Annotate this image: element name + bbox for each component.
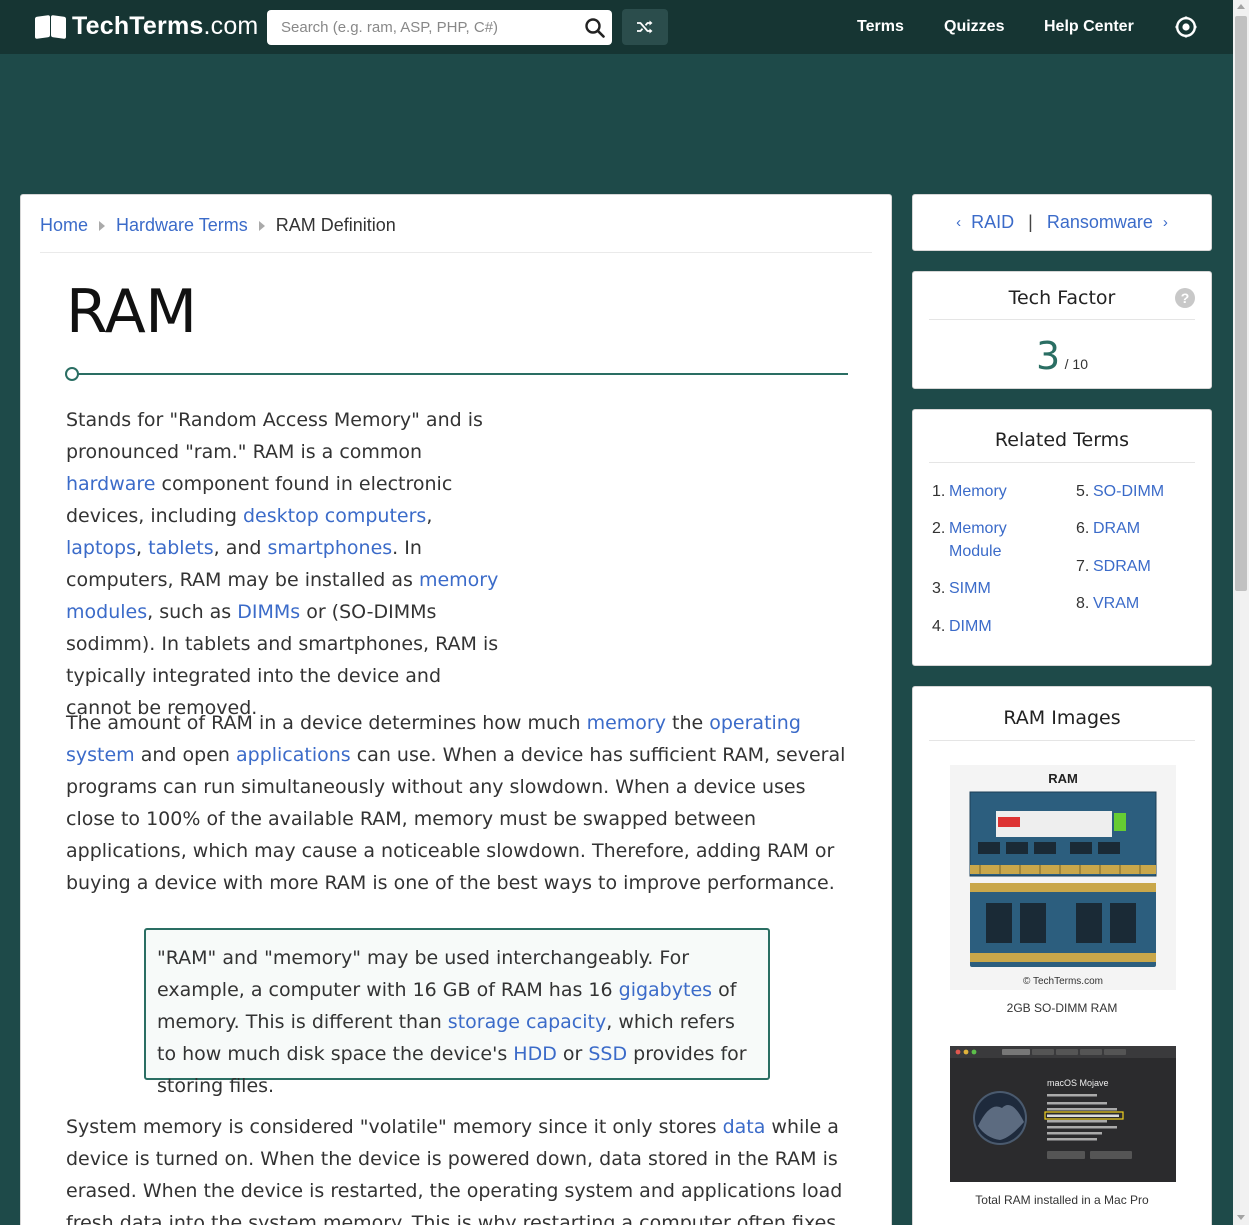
inline-term-link[interactable]: HDD [513,1043,557,1065]
scroll-down-arrow-icon[interactable] [1237,1215,1245,1220]
inline-term-link[interactable]: gigabytes [619,979,712,1001]
chevron-left-icon[interactable]: ‹ [956,214,961,231]
paragraph-intro: Stands for "Random Access Memory" and is… [66,404,506,724]
paragraph-amount: The amount of RAM in a device determines… [66,707,856,899]
tech-factor-title: Tech Factor [1008,287,1116,309]
inline-term-link[interactable]: applications [236,744,351,766]
breadcrumb-home-link[interactable]: Home [40,215,88,236]
related-terms-card: Related Terms 1. Memory 2. Memory Module 3… [912,409,1212,666]
inline-term-link[interactable]: laptops [66,537,136,559]
paragraph-text: can use. When a device has sufficient RA… [66,744,846,894]
breadcrumb: Home Hardware Terms RAM Definition [40,215,872,253]
related-link-memory[interactable]: Memory [949,480,1007,503]
inline-term-link[interactable]: hardware [66,473,156,495]
paragraph-text: "RAM" and "memory" may be used interchan… [157,947,690,1001]
related-link-dimm[interactable]: DIMM [949,615,992,638]
paragraph-text: , [426,505,433,527]
paragraph-text: System memory is considered "volatile" m… [66,1116,723,1138]
search-icon[interactable] [578,10,612,45]
note-callout: "RAM" and "memory" may be used interchan… [144,928,770,1097]
inline-term-link[interactable]: memory [587,712,666,734]
related-link-memory-module[interactable]: Memory Module [949,517,1062,563]
paragraph-text: Stands for "Random Access Memory" and is… [66,409,483,463]
breadcrumb-category-link[interactable]: Hardware Terms [116,215,248,236]
so-dimm-image[interactable]: RAM © TechTerms.com [950,765,1176,990]
related-terms-title: Related Terms [994,429,1130,451]
tech-factor-score: 3 / 10 [913,334,1211,378]
top-nav: TechTerms.com Terms Quizzes Help Center [0,0,1233,54]
related-item: 4. DIMM [932,615,1062,638]
inline-term-link[interactable]: storage capacity [448,1011,606,1033]
related-item: 2. Memory Module [932,517,1062,563]
random-term-button[interactable] [622,9,668,45]
search-input[interactable] [267,10,578,45]
nav-help-center-link[interactable]: Help Center [1044,18,1134,36]
page-scrollbar[interactable] [1233,0,1249,1225]
inline-term-link[interactable]: desktop computers [243,505,426,527]
related-item: 8. VRAM [1076,592,1206,615]
nav-quizzes-link[interactable]: Quizzes [944,18,1004,36]
breadcrumb-arrow-icon [99,221,106,231]
breadcrumb-current: RAM Definition [275,215,396,235]
related-link-dram[interactable]: DRAM [1093,517,1140,540]
scroll-thumb[interactable] [1235,16,1247,591]
book-logo-icon [34,14,68,40]
next-term-link[interactable]: Ransomware [1047,212,1153,233]
title-divider [65,367,848,381]
help-icon[interactable]: ? [1175,288,1195,308]
inline-term-link[interactable]: DIMMs [237,601,300,623]
breadcrumb-arrow-icon [258,221,265,231]
chevron-right-icon[interactable]: › [1163,214,1168,231]
paragraph-text: or [556,1043,589,1065]
paragraph-text: , and [213,537,268,559]
prev-next-separator: | [1028,212,1033,232]
paragraph-text: and open [134,744,236,766]
divider-circle-icon [65,367,79,381]
related-item: 7. SDRAM [1076,555,1206,578]
tech-factor-card: Tech Factor ? 3 / 10 [912,271,1212,389]
scroll-up-arrow-icon[interactable] [1237,4,1245,9]
related-item: 6. DRAM [1076,517,1206,540]
paragraph-text: The amount of RAM in a device determines… [66,712,587,734]
ram-images-card: RAM Images RAM © TechTerms.com 2GB SO-DI… [912,686,1212,1225]
inline-term-link[interactable]: smartphones [267,537,392,559]
related-item: 3. SIMM [932,577,1062,600]
image-caption-mac-pro: Total RAM installed in a Mac Pro [975,1193,1149,1207]
mac-pro-image[interactable]: macOS Mojave [950,1046,1176,1182]
related-link-simm[interactable]: SIMM [949,577,991,600]
paragraph-volatile: System memory is considered "volatile" m… [66,1111,856,1225]
logo-text-bold: TechTerms [72,12,204,40]
image-caption-so-dimm: 2GB SO-DIMM RAM [1006,1001,1118,1015]
related-item: 1. Memory [932,480,1062,503]
site-logo[interactable]: TechTerms.com [34,12,258,41]
ram-images-title: RAM Images [1003,707,1121,729]
inline-term-link[interactable]: SSD [588,1043,627,1065]
prev-term-link[interactable]: RAID [971,212,1014,233]
related-item: 5. SO-DIMM [1076,480,1206,503]
paragraph-text: the [665,712,710,734]
article-card: Home Hardware Terms RAM Definition RAM S… [20,194,892,1225]
paragraph-text: , [136,537,149,559]
inline-term-link[interactable]: tablets [148,537,213,559]
tech-factor-max: / 10 [1064,356,1088,372]
logo-text-domain: .com [203,12,259,40]
page-title: RAM [66,277,197,347]
shuffle-icon [637,20,653,34]
paragraph-text: , such as [147,601,238,623]
image-heading: RAM [1048,771,1078,786]
related-link-vram[interactable]: VRAM [1093,592,1139,615]
prev-next-card: ‹ RAID | Ransomware › [912,194,1212,251]
inline-term-link[interactable]: data [723,1116,766,1138]
related-link-so-dimm[interactable]: SO-DIMM [1093,480,1164,503]
image-watermark: © TechTerms.com [1023,976,1103,987]
image-os-name: macOS Mojave [1047,1078,1109,1088]
related-link-sdram[interactable]: SDRAM [1093,555,1151,578]
search-box [267,10,612,45]
nav-terms-link[interactable]: Terms [857,18,904,36]
tech-factor-value: 3 [1036,334,1061,378]
settings-icon[interactable] [1175,16,1197,38]
